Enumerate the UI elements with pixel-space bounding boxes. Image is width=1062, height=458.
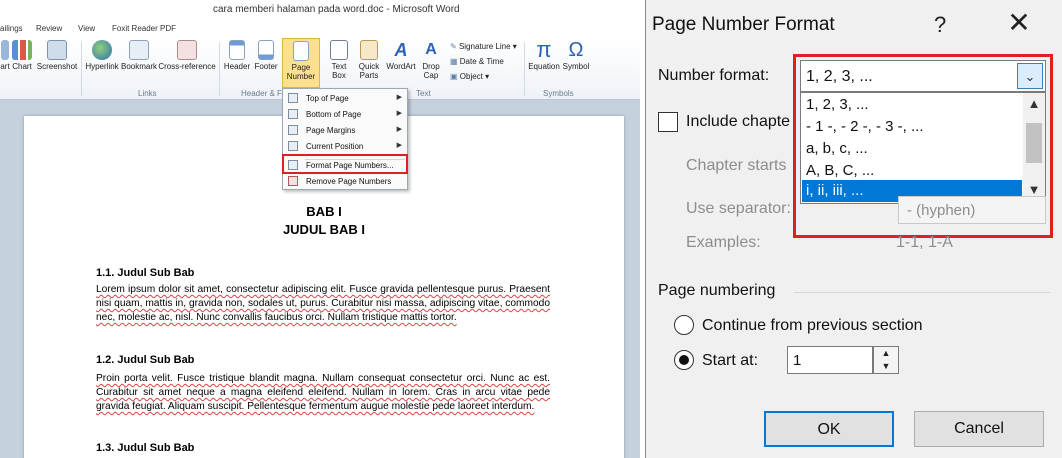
menu-item-current-position[interactable]: Current Position ▶ xyxy=(283,138,407,154)
footer-button[interactable]: Footer xyxy=(252,40,280,71)
text-box-icon xyxy=(330,40,348,60)
calendar-icon: ▦ xyxy=(450,57,460,66)
close-icon[interactable]: ✕ xyxy=(1004,8,1034,38)
globe-link-icon xyxy=(92,40,112,60)
group-label-text: Text xyxy=(416,89,431,98)
bookmark-icon xyxy=(129,40,149,60)
date-time-button[interactable]: ▦ Date & Time xyxy=(450,57,504,66)
title-bar: cara memberi halaman pada word.doc - Mic… xyxy=(0,0,640,20)
group-label-symbols: Symbols xyxy=(543,89,574,98)
group-separator xyxy=(81,42,82,96)
remove-page-numbers-icon xyxy=(288,176,298,186)
art-button[interactable]: art xyxy=(0,40,10,71)
menu-item-bottom-of-page[interactable]: Bottom of Page ▶ xyxy=(283,106,407,122)
section-title: 1.3. Judul Sub Bab xyxy=(96,442,195,454)
start-at-label: Start at: xyxy=(702,352,759,369)
continue-from-previous-label: Continue from previous section xyxy=(702,317,923,334)
screenshot-icon xyxy=(47,40,67,60)
submenu-arrow-icon: ▶ xyxy=(396,94,402,101)
examples-value: 1-1, 1-A xyxy=(896,234,953,251)
cross-reference-button[interactable]: Cross-reference xyxy=(158,40,216,71)
start-at-input[interactable]: 1 xyxy=(787,346,873,374)
header-icon xyxy=(229,40,245,60)
start-at-spinner[interactable]: ▲ ▼ xyxy=(873,346,899,374)
tab-review[interactable]: Review xyxy=(36,24,62,33)
drop-cap-button[interactable]: A Drop Cap xyxy=(418,40,444,80)
page-number-icon xyxy=(293,41,309,61)
header-button[interactable]: Header xyxy=(222,40,252,71)
submenu-arrow-icon: ▶ xyxy=(396,142,402,149)
footer-icon xyxy=(258,40,274,60)
spin-down-icon[interactable]: ▼ xyxy=(874,360,898,373)
bookmark-button[interactable]: Bookmark xyxy=(120,40,158,71)
omega-icon: Ω xyxy=(568,39,584,61)
page-margins-icon xyxy=(288,125,298,135)
page-number-button[interactable]: Page Number xyxy=(282,38,320,88)
pi-icon: π xyxy=(536,37,552,62)
section-paragraph: Lorem ipsum dolor sit amet, consectetur … xyxy=(96,284,550,323)
equation-button[interactable]: π Equation xyxy=(527,37,561,72)
page-number-menu: Top of Page ▶ Bottom of Page ▶ Page Marg… xyxy=(282,88,408,190)
word-window: cara memberi halaman pada word.doc - Mic… xyxy=(0,0,640,458)
quick-parts-icon xyxy=(360,40,378,60)
menu-item-page-margins[interactable]: Page Margins ▶ xyxy=(283,122,407,138)
tab-view[interactable]: View xyxy=(78,24,95,33)
document-subheading: JUDUL BAB I xyxy=(282,222,366,237)
number-format-label: Number format: xyxy=(658,67,770,84)
tab-mailings[interactable]: ailings xyxy=(0,24,23,33)
continue-from-previous-radio[interactable] xyxy=(674,315,694,335)
chapter-starts-label: Chapter starts xyxy=(686,157,787,174)
help-icon[interactable]: ? xyxy=(934,12,946,38)
tab-foxit-reader-pdf[interactable]: Foxit Reader PDF xyxy=(112,24,176,33)
current-position-icon xyxy=(288,141,298,151)
object-button[interactable]: ▣ Object ▾ xyxy=(450,72,489,81)
page-bottom-icon xyxy=(288,109,298,119)
page-top-icon xyxy=(288,93,298,103)
cross-reference-icon xyxy=(177,40,197,60)
clipart-icon xyxy=(1,40,9,60)
include-chapter-label: Include chapte xyxy=(686,113,791,130)
include-chapter-checkbox[interactable] xyxy=(658,112,678,132)
text-box-button[interactable]: Text Box xyxy=(326,40,352,80)
group-separator xyxy=(524,42,525,96)
dialog-title: Page Number Format xyxy=(652,14,835,35)
object-icon: ▣ xyxy=(450,72,460,81)
signature-line-button[interactable]: ✎ Signature Line ▾ xyxy=(450,42,517,51)
wordart-button[interactable]: A WordArt xyxy=(384,40,418,71)
section-paragraph: Proin porta velit. Fusce tristique bland… xyxy=(96,373,550,412)
separator-select[interactable]: - (hyphen) xyxy=(898,196,1046,224)
examples-label: Examples: xyxy=(686,234,761,251)
document-heading: BAB I xyxy=(306,204,342,219)
start-at-radio[interactable] xyxy=(674,350,694,370)
format-page-numbers-highlight-box xyxy=(282,154,408,174)
submenu-arrow-icon: ▶ xyxy=(396,110,402,117)
menu-item-top-of-page[interactable]: Top of Page ▶ xyxy=(283,90,407,106)
section-title: 1.2. Judul Sub Bab xyxy=(96,354,195,366)
submenu-arrow-icon: ▶ xyxy=(396,126,402,133)
hyperlink-button[interactable]: Hyperlink xyxy=(84,40,120,71)
quick-parts-button[interactable]: Quick Parts xyxy=(354,40,384,80)
group-label-header-footer: Header & F xyxy=(241,89,282,98)
menu-item-remove-page-numbers[interactable]: Remove Page Numbers xyxy=(283,173,407,189)
spin-up-icon[interactable]: ▲ xyxy=(874,347,898,360)
group-separator xyxy=(219,42,220,96)
wordart-icon: A xyxy=(394,40,408,60)
page-numbering-heading: Page numbering xyxy=(658,282,776,299)
screenshot-button[interactable]: Screenshot xyxy=(36,40,78,71)
signature-icon: ✎ xyxy=(450,42,459,51)
drop-cap-icon: A xyxy=(425,41,437,58)
section-title: 1.1. Judul Sub Bab xyxy=(96,267,195,279)
page-number-format-dialog: Page Number Format ? ✕ Number format: 1,… xyxy=(645,0,1062,458)
window-title: cara memberi halaman pada word.doc - Mic… xyxy=(213,4,460,15)
group-label-links: Links xyxy=(138,89,157,98)
chart-icon xyxy=(12,40,32,60)
cancel-button[interactable]: Cancel xyxy=(914,411,1044,447)
ribbon-tabs: ailings Review View Foxit Reader PDF xyxy=(0,20,640,38)
use-separator-label: Use separator: xyxy=(686,200,791,217)
fieldset-divider xyxy=(794,292,1050,293)
chart-button[interactable]: Chart xyxy=(10,40,34,71)
ok-button[interactable]: OK xyxy=(764,411,894,447)
symbol-button[interactable]: Ω Symbol xyxy=(561,40,591,71)
